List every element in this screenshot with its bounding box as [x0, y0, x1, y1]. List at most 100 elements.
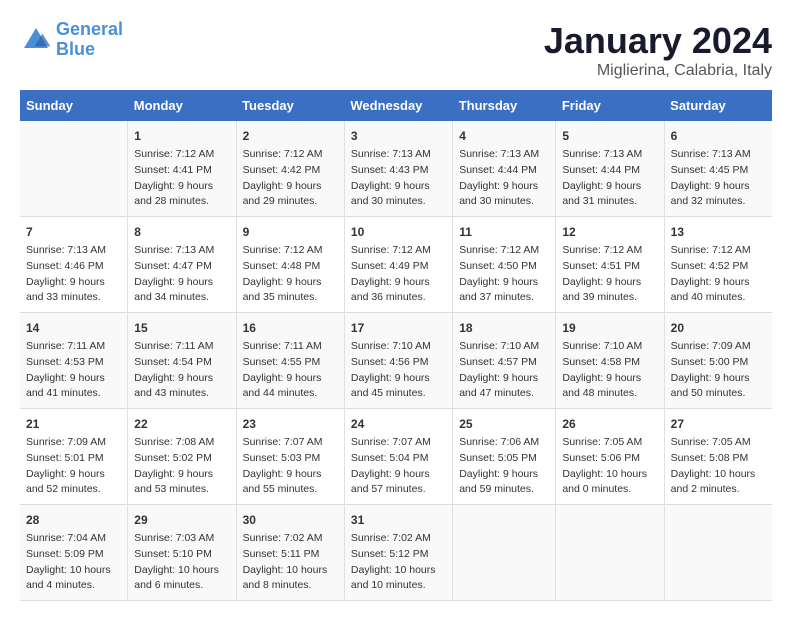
calendar-cell: 2Sunrise: 7:12 AMSunset: 4:42 PMDaylight… — [236, 121, 344, 217]
day-info: Daylight: 9 hours — [562, 179, 657, 195]
day-info: and 29 minutes. — [243, 194, 338, 210]
calendar-cell: 13Sunrise: 7:12 AMSunset: 4:52 PMDayligh… — [664, 217, 772, 313]
day-info: and 0 minutes. — [562, 482, 657, 498]
logo-icon — [20, 24, 52, 56]
day-number: 18 — [459, 319, 549, 337]
day-info: Daylight: 9 hours — [671, 179, 766, 195]
day-info: and 6 minutes. — [134, 578, 229, 594]
day-info: Sunset: 4:44 PM — [459, 163, 549, 179]
day-info: Sunset: 4:58 PM — [562, 355, 657, 371]
calendar-cell: 7Sunrise: 7:13 AMSunset: 4:46 PMDaylight… — [20, 217, 128, 313]
day-number: 25 — [459, 415, 549, 433]
week-row-4: 21Sunrise: 7:09 AMSunset: 5:01 PMDayligh… — [20, 409, 772, 505]
week-row-3: 14Sunrise: 7:11 AMSunset: 4:53 PMDayligh… — [20, 313, 772, 409]
day-number: 19 — [562, 319, 657, 337]
day-info: Sunrise: 7:12 AM — [351, 243, 446, 259]
day-info: and 33 minutes. — [26, 290, 121, 306]
day-number: 23 — [243, 415, 338, 433]
header-thursday: Thursday — [453, 90, 556, 121]
calendar-cell: 26Sunrise: 7:05 AMSunset: 5:06 PMDayligh… — [556, 409, 664, 505]
day-info: Sunrise: 7:05 AM — [671, 435, 766, 451]
day-info: and 50 minutes. — [671, 386, 766, 402]
day-info: and 53 minutes. — [134, 482, 229, 498]
calendar-cell: 8Sunrise: 7:13 AMSunset: 4:47 PMDaylight… — [128, 217, 236, 313]
day-info: Sunrise: 7:02 AM — [243, 531, 338, 547]
day-info: Sunrise: 7:11 AM — [134, 339, 229, 355]
day-info: Daylight: 9 hours — [243, 179, 338, 195]
day-number: 17 — [351, 319, 446, 337]
day-info: Sunset: 4:43 PM — [351, 163, 446, 179]
day-info: Daylight: 10 hours — [351, 563, 446, 579]
day-number: 2 — [243, 127, 338, 145]
header-friday: Friday — [556, 90, 664, 121]
day-info: and 4 minutes. — [26, 578, 121, 594]
day-info: Sunset: 4:47 PM — [134, 259, 229, 275]
day-info: Sunrise: 7:12 AM — [562, 243, 657, 259]
day-number: 30 — [243, 511, 338, 529]
day-info: Sunrise: 7:05 AM — [562, 435, 657, 451]
day-number: 13 — [671, 223, 766, 241]
day-info: Sunset: 5:03 PM — [243, 451, 338, 467]
day-info: Daylight: 9 hours — [134, 371, 229, 387]
calendar-cell: 4Sunrise: 7:13 AMSunset: 4:44 PMDaylight… — [453, 121, 556, 217]
day-info: and 45 minutes. — [351, 386, 446, 402]
title-section: January 2024 Miglierina, Calabria, Italy — [544, 20, 772, 80]
day-info: Sunrise: 7:12 AM — [459, 243, 549, 259]
calendar-cell: 5Sunrise: 7:13 AMSunset: 4:44 PMDaylight… — [556, 121, 664, 217]
day-info: Sunset: 5:02 PM — [134, 451, 229, 467]
day-number: 26 — [562, 415, 657, 433]
calendar-cell: 30Sunrise: 7:02 AMSunset: 5:11 PMDayligh… — [236, 505, 344, 601]
day-info: Sunset: 4:51 PM — [562, 259, 657, 275]
day-info: and 48 minutes. — [562, 386, 657, 402]
week-row-2: 7Sunrise: 7:13 AMSunset: 4:46 PMDaylight… — [20, 217, 772, 313]
subtitle: Miglierina, Calabria, Italy — [544, 62, 772, 80]
day-info: Sunrise: 7:11 AM — [243, 339, 338, 355]
day-info: Daylight: 9 hours — [459, 467, 549, 483]
day-info: Sunset: 4:49 PM — [351, 259, 446, 275]
calendar-cell: 17Sunrise: 7:10 AMSunset: 4:56 PMDayligh… — [344, 313, 452, 409]
day-info: Daylight: 9 hours — [351, 467, 446, 483]
calendar-cell — [453, 505, 556, 601]
day-number: 3 — [351, 127, 446, 145]
day-info: and 28 minutes. — [134, 194, 229, 210]
day-info: Sunrise: 7:13 AM — [351, 147, 446, 163]
day-info: and 31 minutes. — [562, 194, 657, 210]
day-info: Sunset: 5:08 PM — [671, 451, 766, 467]
day-info: Sunset: 5:00 PM — [671, 355, 766, 371]
day-info: Daylight: 9 hours — [134, 467, 229, 483]
calendar-cell: 25Sunrise: 7:06 AMSunset: 5:05 PMDayligh… — [453, 409, 556, 505]
day-info: Daylight: 9 hours — [243, 275, 338, 291]
logo: General Blue — [20, 20, 123, 60]
logo-text: General Blue — [56, 20, 123, 60]
calendar-cell: 31Sunrise: 7:02 AMSunset: 5:12 PMDayligh… — [344, 505, 452, 601]
day-info: Sunrise: 7:03 AM — [134, 531, 229, 547]
day-info: and 59 minutes. — [459, 482, 549, 498]
day-info: Sunrise: 7:11 AM — [26, 339, 121, 355]
day-info: Sunrise: 7:04 AM — [26, 531, 121, 547]
day-info: Sunrise: 7:10 AM — [562, 339, 657, 355]
calendar-cell: 27Sunrise: 7:05 AMSunset: 5:08 PMDayligh… — [664, 409, 772, 505]
day-info: Sunset: 4:54 PM — [134, 355, 229, 371]
day-number: 4 — [459, 127, 549, 145]
day-info: and 35 minutes. — [243, 290, 338, 306]
day-info: and 30 minutes. — [351, 194, 446, 210]
day-number: 9 — [243, 223, 338, 241]
calendar-cell — [664, 505, 772, 601]
calendar-cell: 23Sunrise: 7:07 AMSunset: 5:03 PMDayligh… — [236, 409, 344, 505]
day-info: and 37 minutes. — [459, 290, 549, 306]
day-number: 11 — [459, 223, 549, 241]
day-info: Daylight: 9 hours — [351, 371, 446, 387]
day-number: 16 — [243, 319, 338, 337]
header-sunday: Sunday — [20, 90, 128, 121]
day-info: Sunrise: 7:07 AM — [243, 435, 338, 451]
calendar-cell: 21Sunrise: 7:09 AMSunset: 5:01 PMDayligh… — [20, 409, 128, 505]
day-number: 27 — [671, 415, 766, 433]
day-info: Sunset: 5:11 PM — [243, 547, 338, 563]
day-info: Sunset: 4:52 PM — [671, 259, 766, 275]
day-info: and 34 minutes. — [134, 290, 229, 306]
day-info: Sunrise: 7:07 AM — [351, 435, 446, 451]
calendar-cell: 16Sunrise: 7:11 AMSunset: 4:55 PMDayligh… — [236, 313, 344, 409]
day-info: and 47 minutes. — [459, 386, 549, 402]
day-info: Sunset: 4:46 PM — [26, 259, 121, 275]
day-info: Daylight: 9 hours — [671, 371, 766, 387]
